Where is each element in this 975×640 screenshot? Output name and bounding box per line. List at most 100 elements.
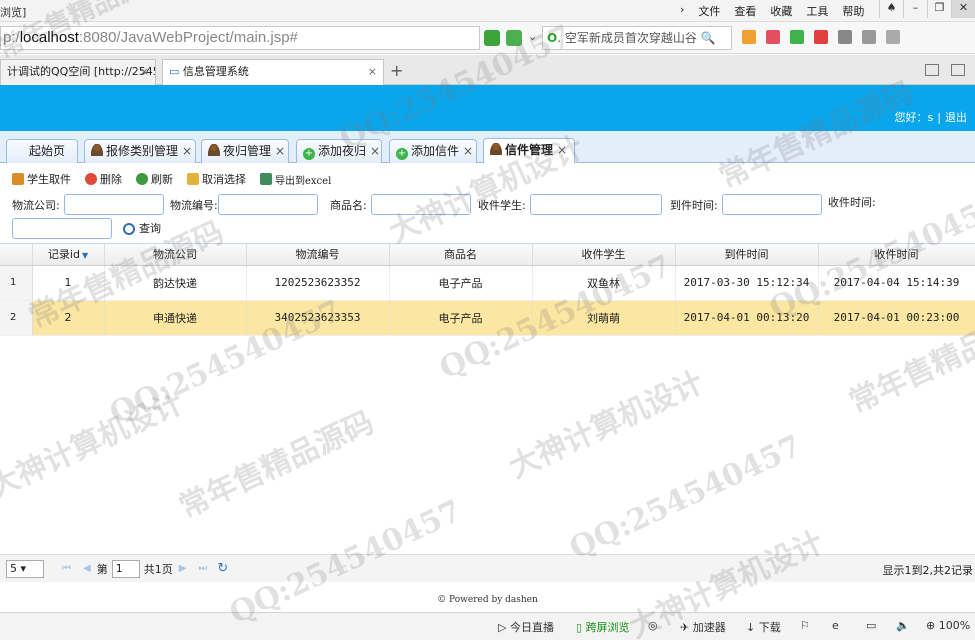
menu-tools[interactable]: 工具 bbox=[806, 3, 828, 19]
filter-arrive: 到件时间: bbox=[670, 194, 822, 215]
flag-icon[interactable]: ⚐ bbox=[800, 619, 810, 632]
close-icon[interactable]: × bbox=[368, 60, 377, 84]
page-size-select[interactable]: 5 ▾ bbox=[6, 559, 44, 578]
download-button[interactable]: ↓ 下载 bbox=[746, 619, 781, 635]
zoom-control[interactable]: ⊕ 100% bbox=[926, 619, 970, 632]
restore-icon[interactable] bbox=[951, 64, 965, 76]
cell-student: 刘萌萌 bbox=[532, 300, 676, 336]
browser-tab-qq[interactable]: 计调试的QQ空间 [http://2545 × bbox=[0, 59, 156, 85]
browser-tab-label: 计调试的QQ空间 [http://2545 bbox=[7, 65, 156, 78]
prev-page-icon[interactable]: ◀ bbox=[83, 563, 91, 574]
search-box[interactable]: O. 空军新成员首次穿越山谷 🔍 bbox=[542, 26, 732, 50]
company-input[interactable] bbox=[63, 194, 164, 215]
next-page-icon[interactable]: ▶ bbox=[179, 563, 187, 574]
tab-letter-management[interactable]: 信件管理 × bbox=[483, 138, 575, 163]
arrive-input[interactable] bbox=[721, 194, 822, 215]
browser-tabstrip: 计调试的QQ空间 [http://2545 × ▭ 信息管理系统 × + bbox=[0, 55, 975, 85]
column-header-arrive[interactable]: 到件时间 bbox=[675, 244, 819, 266]
adblock-icon[interactable] bbox=[814, 30, 828, 44]
minimize-button[interactable]: – bbox=[903, 0, 927, 18]
close-window-button[interactable]: ✕ bbox=[951, 0, 975, 18]
search-icon[interactable]: 🔍 bbox=[701, 31, 716, 45]
shirt-icon[interactable]: ♠ bbox=[879, 0, 903, 18]
tab-repair-category[interactable]: 报修类别管理 × bbox=[84, 139, 196, 163]
star-icon[interactable] bbox=[838, 30, 852, 44]
tab-night-return[interactable]: 夜归管理 × bbox=[201, 139, 289, 163]
column-header-number[interactable]: 物流编号 bbox=[246, 244, 390, 266]
page-number-input[interactable]: 1 bbox=[111, 559, 140, 578]
back-chevron-icon[interactable]: › bbox=[680, 3, 684, 19]
receive-button[interactable]: 学生取件 bbox=[12, 171, 71, 187]
cancel-select-button[interactable]: 取消选择 bbox=[187, 171, 246, 187]
filter-receive-time: 收件时间: bbox=[828, 194, 876, 210]
menu-help[interactable]: 帮助 bbox=[842, 3, 864, 19]
close-icon[interactable]: × bbox=[182, 144, 192, 158]
live-button[interactable]: ▷ 今日直播 bbox=[498, 619, 554, 635]
maximize-button[interactable]: ❐ bbox=[927, 0, 951, 18]
close-icon[interactable]: × bbox=[275, 144, 285, 158]
close-icon[interactable]: × bbox=[557, 143, 567, 157]
tab-home[interactable]: 起始页 bbox=[6, 139, 78, 163]
lightning-icon[interactable] bbox=[506, 30, 522, 46]
export-excel-button[interactable]: 导出到excel bbox=[260, 172, 331, 187]
cell-id: 2 bbox=[32, 300, 105, 336]
browser-tab-system[interactable]: ▭ 信息管理系统 × bbox=[162, 59, 384, 85]
tab-add-night-return[interactable]: + 添加夜归 × bbox=[296, 139, 382, 163]
column-header-id[interactable]: 记录id ▼ bbox=[32, 244, 105, 266]
menu-file[interactable]: 文件 bbox=[698, 3, 720, 19]
page-footer: © Powered by dashen bbox=[437, 595, 538, 605]
menu-favorites[interactable]: 收藏 bbox=[770, 3, 792, 19]
number-input[interactable] bbox=[217, 194, 318, 215]
close-icon[interactable]: × bbox=[463, 144, 473, 158]
tab-list-icon[interactable] bbox=[925, 64, 939, 76]
delete-button[interactable]: 删除 bbox=[85, 171, 122, 187]
close-icon[interactable]: × bbox=[370, 144, 380, 158]
window-icon[interactable]: ▭ bbox=[866, 619, 876, 632]
column-header-receive[interactable]: 收件时间 bbox=[818, 244, 975, 266]
speed-icon[interactable]: ◎ bbox=[648, 619, 658, 632]
student-input[interactable] bbox=[529, 194, 662, 215]
first-page-icon[interactable]: ⏮ bbox=[62, 563, 71, 574]
url-host: localhost bbox=[19, 29, 79, 46]
column-header-student[interactable]: 收件学生 bbox=[532, 244, 676, 266]
url-scheme: p:/ bbox=[3, 29, 20, 46]
cell-id: 1 bbox=[32, 265, 105, 301]
filter-receive-time-field bbox=[12, 218, 112, 239]
accelerator-button[interactable]: ✈ 加速器 bbox=[680, 619, 726, 635]
menu-view[interactable]: 查看 bbox=[734, 3, 756, 19]
last-page-icon[interactable]: ⏭ bbox=[198, 563, 207, 574]
column-header-goods[interactable]: 商品名 bbox=[389, 244, 533, 266]
ie-icon[interactable]: e bbox=[832, 619, 839, 632]
refresh-button[interactable]: 刷新 bbox=[136, 171, 173, 187]
screenshot-icon[interactable] bbox=[862, 30, 876, 44]
table-row-selected[interactable]: 2 2 申通快递 3402523623353 电子产品 刘萌萌 2017-04-… bbox=[0, 300, 975, 336]
page-label: 第 bbox=[96, 562, 108, 576]
menu-icon[interactable] bbox=[886, 30, 900, 44]
mail-icon[interactable] bbox=[766, 30, 780, 44]
close-icon[interactable]: × bbox=[140, 60, 149, 84]
new-tab-button[interactable]: + bbox=[390, 61, 403, 80]
table-row[interactable]: 1 1 韵达快递 1202523623352 电子产品 双鱼林 2017-03-… bbox=[0, 265, 975, 301]
filter-company: 物流公司: bbox=[12, 194, 164, 215]
query-button[interactable]: 查询 bbox=[119, 218, 165, 240]
play-icon: ▷ bbox=[498, 621, 507, 634]
apps-icon[interactable] bbox=[742, 30, 756, 44]
compat-mode-icon[interactable] bbox=[484, 30, 500, 46]
volume-icon[interactable]: 🔈 bbox=[896, 619, 910, 632]
tab-label: 起始页 bbox=[29, 144, 66, 158]
search-icon bbox=[123, 223, 135, 235]
receive-time-input[interactable] bbox=[12, 218, 112, 239]
sort-desc-icon: ▼ bbox=[81, 251, 89, 261]
shield-icon[interactable] bbox=[790, 30, 804, 44]
chevron-down-icon[interactable]: ⌄ bbox=[528, 30, 538, 46]
person-icon bbox=[208, 144, 220, 156]
logout-link[interactable]: 退出 bbox=[945, 111, 967, 124]
undo-icon bbox=[187, 173, 199, 185]
cross-screen-button[interactable]: ▯ 跨屏浏览 bbox=[576, 619, 630, 635]
goods-label: 商品名: bbox=[330, 198, 367, 212]
column-header-company[interactable]: 物流公司 bbox=[104, 244, 247, 266]
goods-input[interactable] bbox=[370, 194, 471, 215]
url-input[interactable]: p:/localhost:8080/JavaWebProject/main.js… bbox=[0, 26, 480, 50]
reload-icon[interactable]: ↻ bbox=[217, 561, 228, 576]
tab-add-letter[interactable]: + 添加信件 × bbox=[389, 139, 477, 163]
